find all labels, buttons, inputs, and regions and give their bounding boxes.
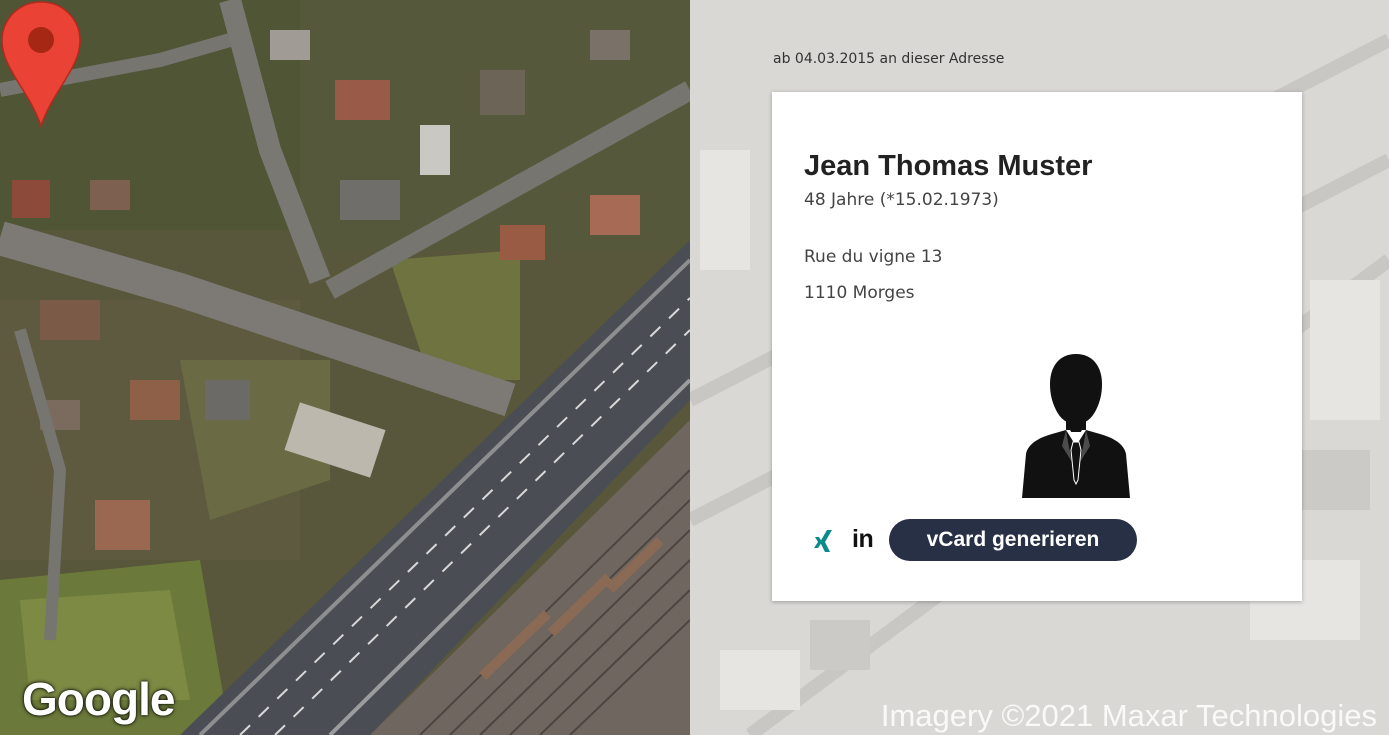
person-name: Jean Thomas Muster: [804, 150, 1093, 182]
xing-icon[interactable]: [812, 528, 834, 554]
person-age: 48 Jahre (*15.02.1973): [804, 190, 999, 210]
location-pin-icon[interactable]: [0, 0, 82, 128]
linkedin-icon[interactable]: in: [852, 525, 874, 554]
xing-glyph: [814, 530, 832, 552]
person-silhouette-icon: [1022, 354, 1130, 498]
imagery-credit: Imagery ©2021 Maxar Technologies: [880, 698, 1377, 733]
person-card: Jean Thomas Muster 48 Jahre (*15.02.1973…: [772, 92, 1302, 601]
address-street: Rue du vigne 13: [804, 247, 943, 267]
residence-since-label: ab 04.03.2015 an dieser Adresse: [773, 51, 1005, 67]
satellite-map[interactable]: Google: [0, 0, 690, 735]
satellite-imagery: [0, 0, 690, 735]
address-city: 1110 Morges: [804, 283, 915, 303]
vcard-generate-button[interactable]: vCard generieren: [889, 519, 1137, 561]
google-logo: Google: [22, 673, 175, 725]
